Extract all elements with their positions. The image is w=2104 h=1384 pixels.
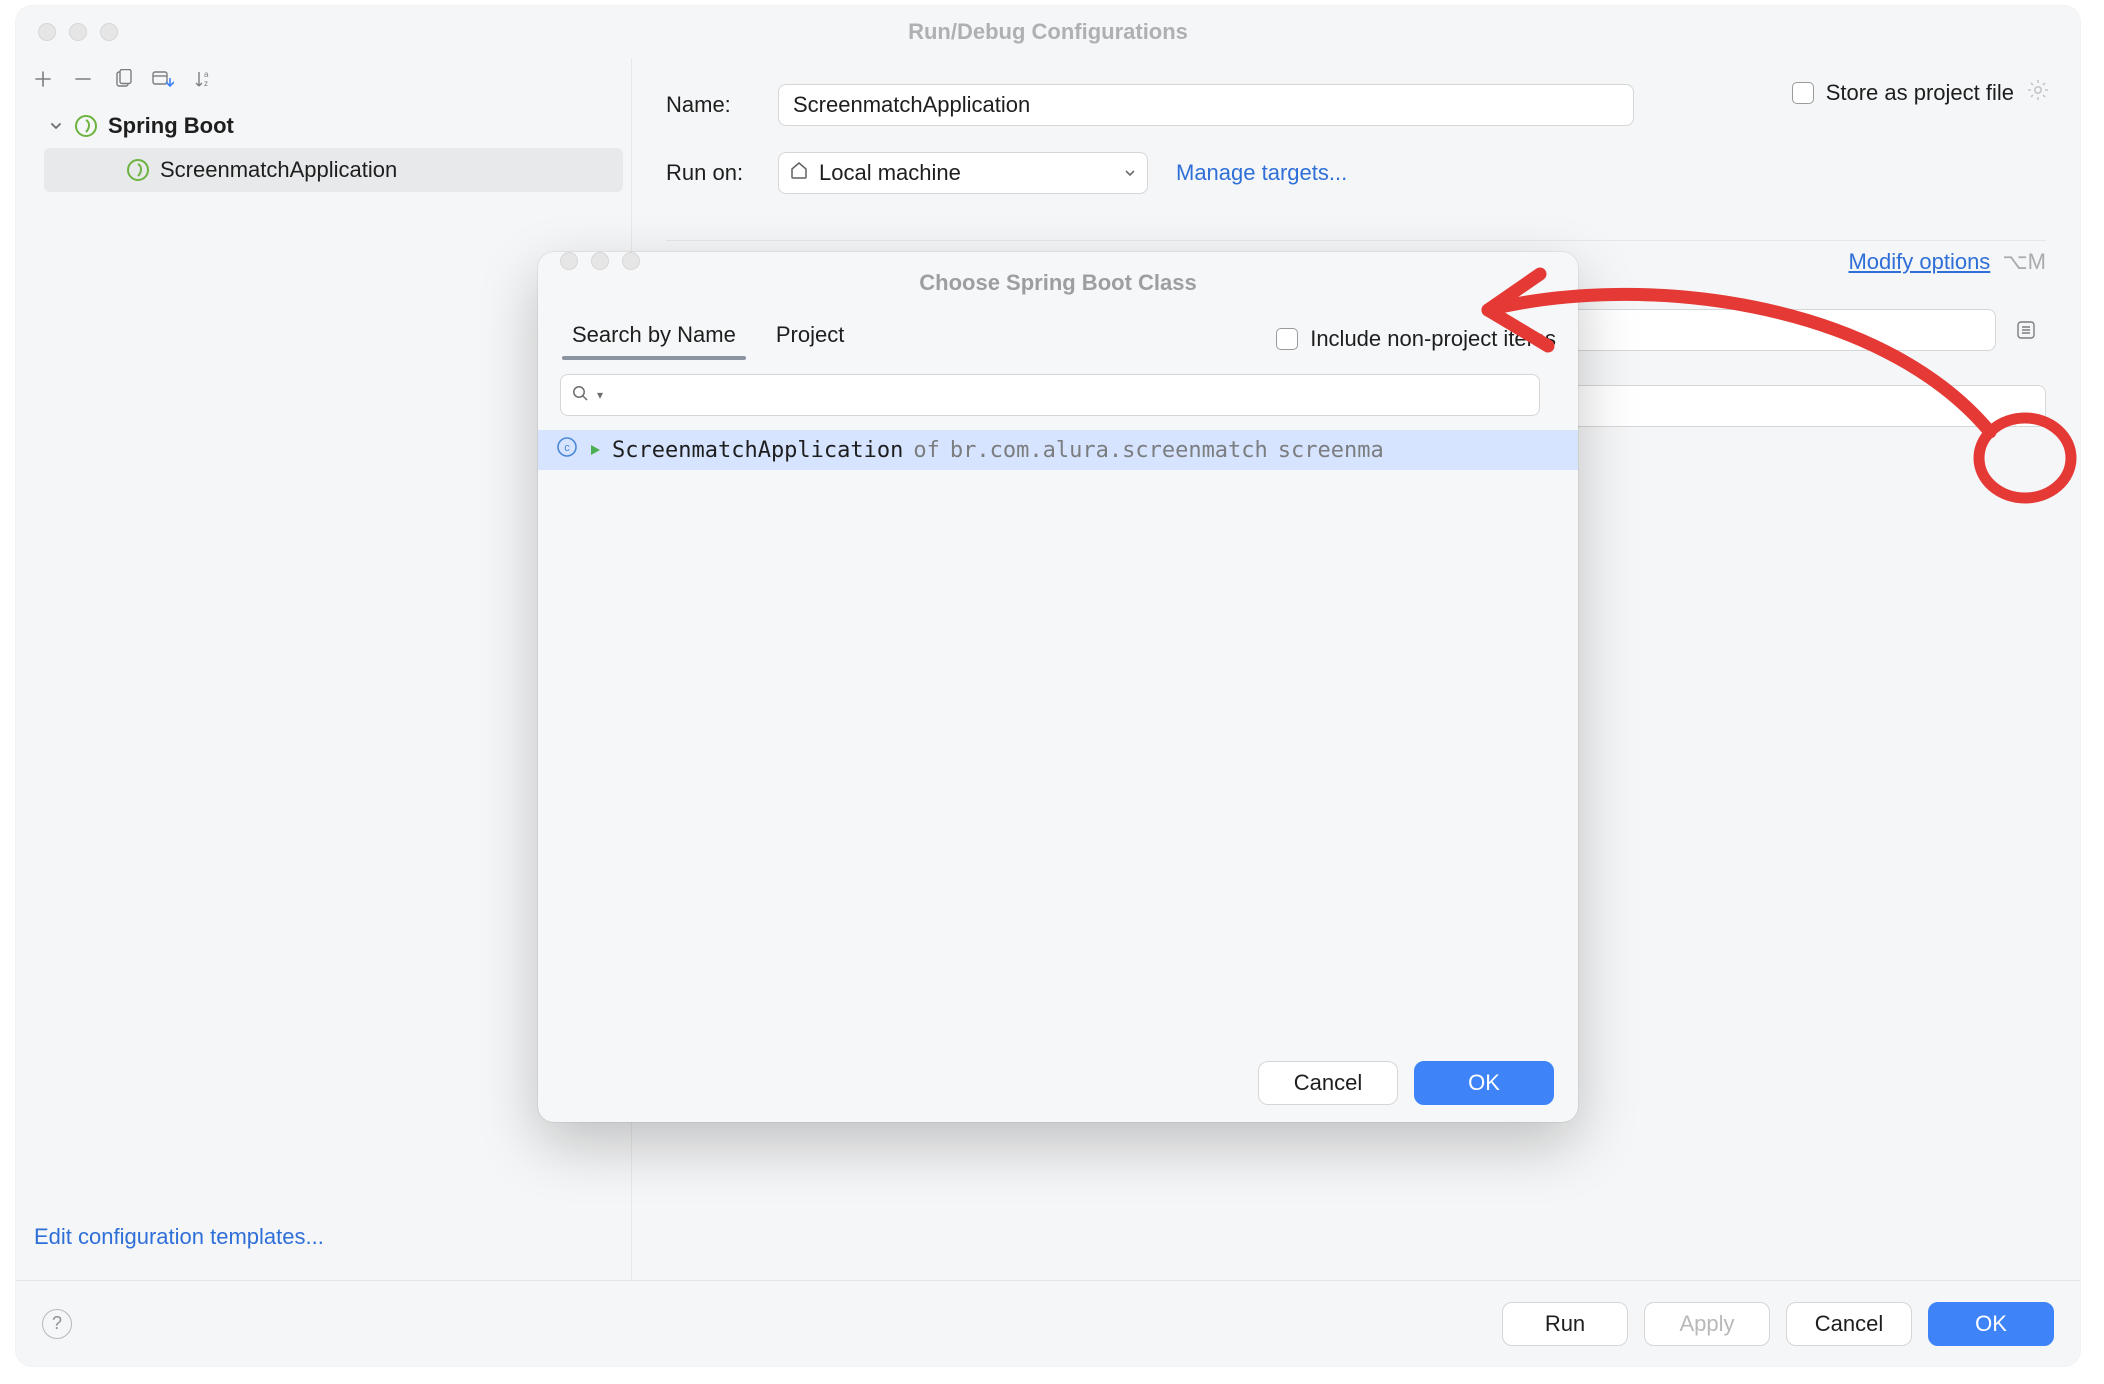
class-search-input[interactable]: ▾ <box>560 374 1540 416</box>
spring-boot-icon <box>126 158 150 182</box>
tree-node-spring-boot[interactable]: Spring Boot <box>36 104 631 148</box>
edit-templates-link[interactable]: Edit configuration templates... <box>34 1224 324 1249</box>
tab-search-by-name[interactable]: Search by Name <box>566 316 742 360</box>
configurations-tree: Spring Boot ScreenmatchApplication <box>16 98 631 192</box>
store-as-project-file-checkbox[interactable]: Store as project file <box>1792 80 2014 106</box>
spring-boot-icon <box>74 114 98 138</box>
tree-node-label: ScreenmatchApplication <box>160 157 397 183</box>
minimize-window-icon[interactable] <box>69 23 87 41</box>
chevron-down-icon: ▾ <box>597 388 603 402</box>
result-class-name: ScreenmatchApplication <box>612 438 903 463</box>
popup-ok-button[interactable]: OK <box>1414 1061 1554 1105</box>
configuration-name-input[interactable] <box>778 84 1634 126</box>
manage-targets-link[interactable]: Manage targets... <box>1176 160 1347 186</box>
search-results-list: c ScreenmatchApplication of br.com.alura… <box>538 416 1578 470</box>
checkbox-label: Include non-project items <box>1310 326 1556 352</box>
tab-project[interactable]: Project <box>770 316 850 360</box>
tree-node-label: Spring Boot <box>108 113 234 139</box>
svg-text:z: z <box>204 79 208 88</box>
close-window-icon[interactable] <box>38 23 56 41</box>
list-item[interactable]: c ScreenmatchApplication of br.com.alura… <box>538 430 1578 470</box>
checkbox-label: Store as project file <box>1826 80 2014 106</box>
ok-button[interactable]: OK <box>1928 1302 2054 1346</box>
zoom-window-icon[interactable] <box>622 252 640 270</box>
checkbox-icon <box>1792 82 1814 104</box>
svg-text:c: c <box>564 442 570 454</box>
choose-class-dialog: Choose Spring Boot Class Search by Name … <box>538 252 1578 1122</box>
apply-button[interactable]: Apply <box>1644 1302 1770 1346</box>
cancel-button[interactable]: Cancel <box>1786 1302 1912 1346</box>
browse-class-button[interactable] <box>2006 310 2046 350</box>
close-window-icon[interactable] <box>560 252 578 270</box>
main-dialog-title: Run/Debug Configurations <box>16 19 2080 45</box>
result-module: screenma <box>1278 438 1384 463</box>
chevron-down-icon <box>46 119 66 133</box>
tree-node-screenmatch[interactable]: ScreenmatchApplication <box>44 148 623 192</box>
popup-tabs: Search by Name Project <box>538 316 850 360</box>
main-dialog-footer: ? Run Apply Cancel OK <box>16 1280 2080 1366</box>
run-on-label: Run on: <box>666 160 778 186</box>
home-icon <box>789 160 809 186</box>
main-titlebar: Run/Debug Configurations <box>16 6 2080 58</box>
sidebar-toolbar: az <box>16 58 631 98</box>
run-button[interactable]: Run <box>1502 1302 1628 1346</box>
chevron-down-icon <box>1123 160 1137 186</box>
svg-text:a: a <box>204 70 209 79</box>
class-icon: c <box>556 436 578 464</box>
remove-configuration-button[interactable] <box>72 68 94 90</box>
result-package: br.com.alura.screenmatch <box>950 438 1268 463</box>
window-controls <box>16 23 118 41</box>
run-on-value: Local machine <box>819 160 961 186</box>
search-icon <box>571 382 589 408</box>
add-configuration-button[interactable] <box>32 68 54 90</box>
sort-configurations-button[interactable]: az <box>192 68 214 90</box>
minimize-window-icon[interactable] <box>591 252 609 270</box>
help-button[interactable]: ? <box>42 1309 72 1339</box>
run-on-dropdown[interactable]: Local machine <box>778 152 1148 194</box>
include-non-project-checkbox[interactable]: Include non-project items <box>1276 326 1556 352</box>
modify-options-link[interactable]: Modify options <box>1848 249 1990 275</box>
gear-icon[interactable] <box>2026 78 2050 107</box>
result-separator: of <box>913 438 940 463</box>
copy-configuration-button[interactable] <box>112 68 134 90</box>
checkbox-icon <box>1276 328 1298 350</box>
popup-titlebar: Choose Spring Boot Class <box>538 252 1578 310</box>
popup-title: Choose Spring Boot Class <box>538 270 1578 296</box>
save-template-button[interactable] <box>152 68 174 90</box>
modify-options-shortcut: ⌥M <box>2002 249 2046 275</box>
zoom-window-icon[interactable] <box>100 23 118 41</box>
popup-cancel-button[interactable]: Cancel <box>1258 1061 1398 1105</box>
name-label: Name: <box>666 92 778 118</box>
run-marker-icon <box>588 438 602 463</box>
